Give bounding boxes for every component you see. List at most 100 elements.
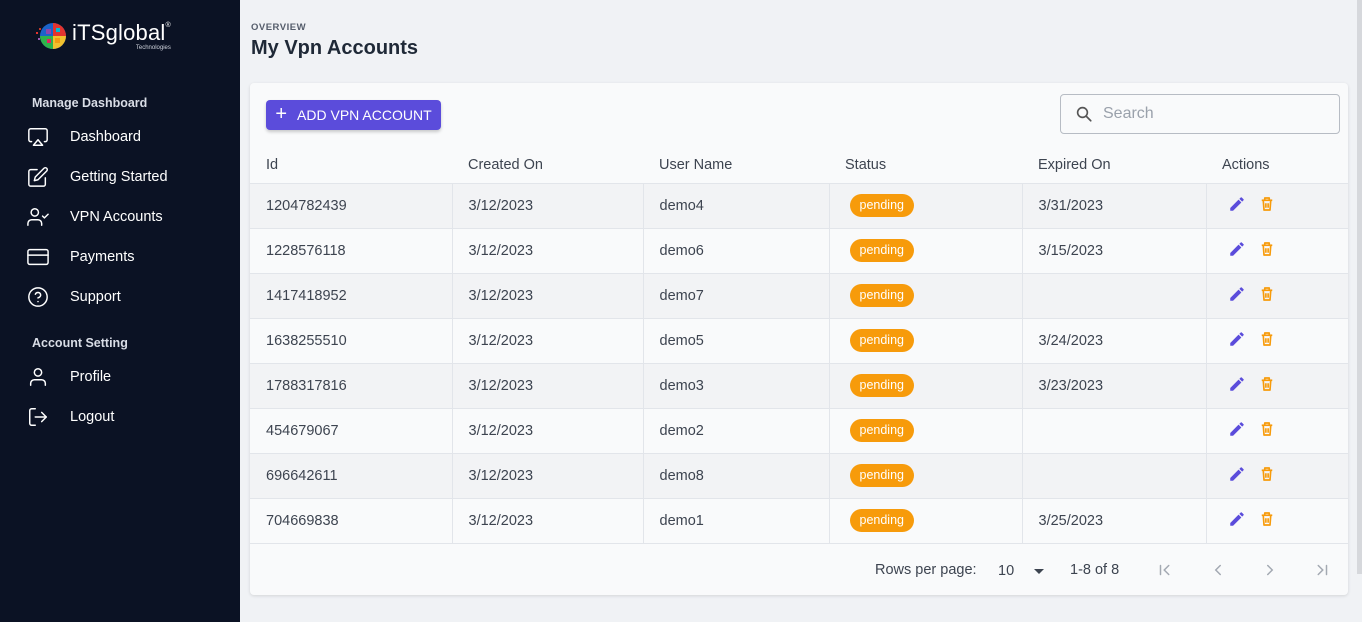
logout-icon: [26, 405, 50, 429]
cell-user-name: demo8: [643, 453, 830, 499]
page-title: My Vpn Accounts: [251, 37, 419, 59]
cell-expired-on: 3/24/2023: [1022, 318, 1207, 364]
delete-button[interactable]: [1257, 284, 1277, 304]
rows-per-page-value: 10: [998, 563, 1015, 579]
status-badge: pending: [849, 374, 914, 397]
cell-actions: [1206, 273, 1348, 319]
edit-button[interactable]: [1227, 239, 1247, 259]
edit-icon: [26, 165, 50, 189]
status-badge: pending: [849, 329, 914, 352]
page-scrollbar[interactable]: [1357, 0, 1362, 574]
cell-actions: [1206, 318, 1348, 364]
cell-user-name: demo3: [643, 363, 830, 409]
cell-created-on: 3/12/2023: [452, 453, 644, 499]
first-page-button[interactable]: [1154, 559, 1176, 581]
cell-expired-on: 3/15/2023: [1022, 228, 1207, 274]
sidebar-item-dashboard[interactable]: Dashboard: [26, 123, 226, 151]
cell-id: 1788317816: [250, 363, 453, 409]
last-page-button[interactable]: [1311, 559, 1333, 581]
delete-button[interactable]: [1257, 239, 1277, 259]
delete-button[interactable]: [1257, 329, 1277, 349]
rows-per-page-select[interactable]: 10: [998, 563, 1045, 579]
search-box[interactable]: [1060, 94, 1340, 134]
edit-button[interactable]: [1227, 374, 1247, 394]
trash-icon: [1261, 422, 1272, 436]
rows-per-page-label: Rows per page:: [875, 562, 977, 578]
table-row[interactable]: 1204782439 3/12/2023 demo4 pending 3/31/2023: [250, 183, 1348, 229]
table-row[interactable]: 1417418952 3/12/2023 demo7 pending: [250, 273, 1348, 319]
delete-button[interactable]: [1257, 194, 1277, 214]
delete-button[interactable]: [1257, 464, 1277, 484]
cell-actions: [1206, 408, 1348, 454]
last-page-icon: [1317, 564, 1328, 576]
add-vpn-account-button[interactable]: + ADD VPN ACCOUNT: [266, 100, 441, 130]
next-page-button[interactable]: [1259, 559, 1281, 581]
edit-button[interactable]: [1227, 284, 1247, 304]
status-badge: pending: [849, 239, 914, 262]
status-badge: pending: [849, 464, 914, 487]
credit-card-icon: [26, 245, 50, 269]
cell-user-name: demo5: [643, 318, 830, 364]
table-row[interactable]: 454679067 3/12/2023 demo2 pending: [250, 408, 1348, 454]
cell-created-on: 3/12/2023: [452, 408, 644, 454]
cell-expired-on: [1022, 273, 1207, 319]
column-header-created-on[interactable]: Created On: [452, 147, 643, 184]
status-badge: pending: [849, 284, 914, 307]
pencil-icon: [1229, 287, 1244, 301]
edit-button[interactable]: [1227, 194, 1247, 214]
cell-expired-on: [1022, 453, 1207, 499]
cell-status: pending: [829, 453, 1023, 499]
sidebar-item-payments[interactable]: Payments: [26, 243, 226, 271]
edit-button[interactable]: [1227, 509, 1247, 529]
pencil-icon: [1229, 197, 1244, 211]
search-input[interactable]: [1103, 105, 1323, 123]
airplay-icon: [26, 125, 50, 149]
cell-actions: [1206, 183, 1348, 229]
pencil-icon: [1229, 242, 1244, 256]
first-page-icon: [1159, 564, 1170, 576]
table-row[interactable]: 1638255510 3/12/2023 demo5 pending 3/24/2023: [250, 318, 1348, 364]
status-badge: pending: [849, 194, 914, 217]
table-row[interactable]: 704669838 3/12/2023 demo1 pending 3/25/2023: [250, 498, 1348, 544]
table-row[interactable]: 696642611 3/12/2023 demo8 pending: [250, 453, 1348, 499]
search-icon: [1076, 106, 1092, 122]
sidebar-item-profile[interactable]: Profile: [26, 363, 226, 391]
delete-button[interactable]: [1257, 419, 1277, 439]
cell-created-on: 3/12/2023: [452, 363, 644, 409]
table-row[interactable]: 1788317816 3/12/2023 demo3 pending 3/23/2023: [250, 363, 1348, 409]
column-header-expired-on[interactable]: Expired On: [1022, 147, 1206, 184]
brand-reg-mark: ®: [165, 21, 171, 29]
sidebar-item-label: Payments: [70, 249, 135, 265]
column-header-status[interactable]: Status: [829, 147, 1022, 184]
trash-icon: [1261, 377, 1272, 391]
sidebar-item-label: Support: [70, 289, 121, 305]
trash-icon: [1261, 287, 1272, 301]
column-header-id[interactable]: Id: [250, 147, 452, 184]
brand-logo[interactable]: iTSglobal® Technologies: [36, 16, 206, 56]
delete-button[interactable]: [1257, 509, 1277, 529]
cell-id: 1417418952: [250, 273, 453, 319]
delete-button[interactable]: [1257, 374, 1277, 394]
sidebar-item-label: Logout: [70, 409, 115, 425]
cell-expired-on: 3/23/2023: [1022, 363, 1207, 409]
previous-page-button[interactable]: [1207, 559, 1229, 581]
help-circle-icon: [26, 285, 50, 309]
sidebar-item-label: Dashboard: [70, 129, 141, 145]
sidebar-item-vpn-accounts[interactable]: VPN Accounts: [26, 203, 226, 231]
edit-button[interactable]: [1227, 329, 1247, 349]
column-header-actions: Actions: [1206, 147, 1348, 184]
edit-button[interactable]: [1227, 464, 1247, 484]
cell-actions: [1206, 228, 1348, 274]
cell-created-on: 3/12/2023: [452, 228, 644, 274]
cell-id: 454679067: [250, 408, 453, 454]
sidebar-item-getting-started[interactable]: Getting Started: [26, 163, 226, 191]
column-header-user-name[interactable]: User Name: [643, 147, 829, 184]
table-body: 1204782439 3/12/2023 demo4 pending 3/31/2023…: [250, 183, 1348, 544]
edit-button[interactable]: [1227, 419, 1247, 439]
pencil-icon: [1229, 422, 1244, 436]
sidebar-item-logout[interactable]: Logout: [26, 403, 226, 431]
plus-icon: +: [275, 103, 288, 125]
sidebar-item-support[interactable]: Support: [26, 283, 226, 311]
chevron-right-icon: [1267, 564, 1274, 576]
table-row[interactable]: 1228576118 3/12/2023 demo6 pending 3/15/2023: [250, 228, 1348, 274]
